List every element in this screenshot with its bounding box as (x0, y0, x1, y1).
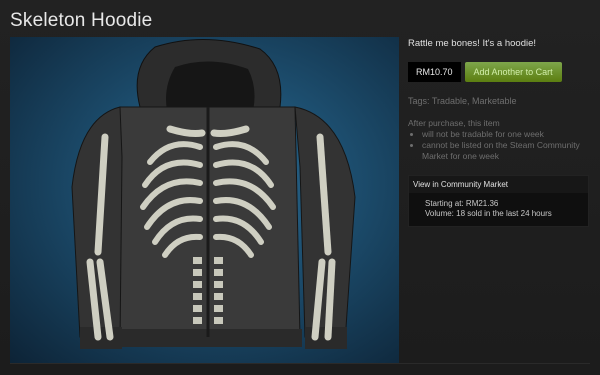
trade-restriction-notice: After purchase, this item will not be tr… (408, 118, 588, 162)
purchase-row: RM10.70 Add Another to Cart (408, 62, 562, 82)
item-title: Skeleton Hoodie (10, 10, 153, 31)
divider (10, 363, 590, 364)
item-image (10, 37, 399, 363)
starting-price: Starting at: RM21.36 (425, 199, 499, 208)
view-in-market-link[interactable]: View in Community Market (409, 176, 588, 193)
community-market-panel: View in Community Market Starting at: RM… (408, 175, 589, 227)
add-to-cart-button[interactable]: Add Another to Cart (464, 62, 562, 82)
notice-list: will not be tradable for one week cannot… (408, 129, 588, 162)
notice-item: cannot be listed on the Steam Community … (422, 140, 588, 162)
market-stats: Starting at: RM21.36 Volume: 18 sold in … (409, 193, 588, 219)
notice-item: will not be tradable for one week (422, 129, 588, 140)
notice-intro: After purchase, this item (408, 118, 500, 128)
price-label: RM10.70 (408, 62, 461, 82)
hoodie-illustration (71, 38, 356, 349)
store-item-page: Skeleton Hoodie Rattle me bones! It's a … (0, 0, 600, 375)
item-description: Rattle me bones! It's a hoodie! (408, 38, 537, 49)
sales-volume: Volume: 18 sold in the last 24 hours (425, 209, 552, 218)
item-tags: Tags: Tradable, Marketable (408, 96, 517, 106)
